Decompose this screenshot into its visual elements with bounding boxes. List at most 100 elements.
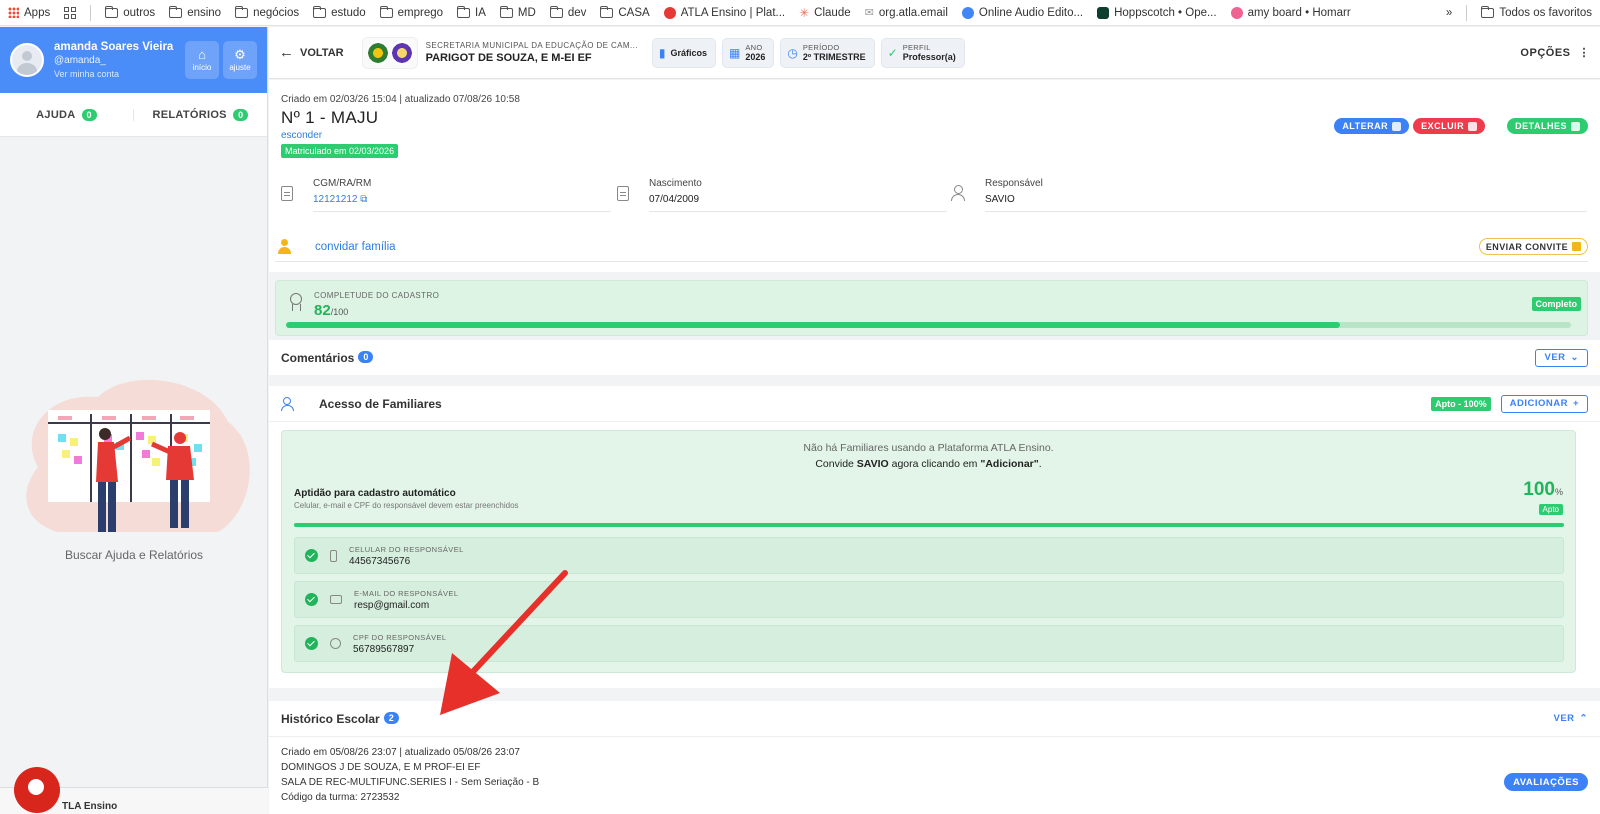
profile-name: amanda Soares Vieira: [54, 41, 174, 53]
bookmark-apps[interactable]: Apps: [8, 7, 50, 19]
bookmark-all-favorites[interactable]: Todos os favoritos: [1481, 5, 1592, 19]
copy-icon[interactable]: ⧉: [360, 194, 367, 205]
school-history-card: Histórico Escolar 2 VER ⌃ Criado em 05/08/…: [269, 701, 1600, 814]
delete-button[interactable]: EXCLUIR: [1413, 118, 1486, 134]
bookmark-folder[interactable]: CASA: [600, 5, 650, 19]
bookmark-folder[interactable]: MD: [499, 5, 536, 19]
kebab-menu-icon: ⋮: [1578, 47, 1590, 59]
edit-button[interactable]: ALTERAR: [1334, 118, 1410, 134]
footer-brand: TLA Ensino: [62, 801, 118, 812]
school-crest-icon: [390, 40, 413, 65]
chat-launcher-button[interactable]: [14, 767, 60, 813]
chevron-down-icon: ⌄: [1570, 352, 1579, 363]
family-access-title: Acesso de Familiares: [319, 396, 442, 411]
bookmark-folder[interactable]: outros: [105, 5, 155, 19]
bookmark-homarr[interactable]: amy board • Homarr: [1230, 6, 1351, 19]
bar-chart-icon: ▮: [658, 45, 666, 60]
sidebar: amanda Soares Vieira @amanda_ Ver minha …: [0, 27, 268, 814]
check-circle-icon: ✓: [887, 45, 898, 60]
settings-button[interactable]: ⚙ ajuste: [223, 41, 257, 79]
bookmark-folder[interactable]: emprego: [379, 5, 443, 19]
avatar[interactable]: [10, 43, 44, 77]
bookmark-atla[interactable]: ATLA Ensino | Plat...: [663, 6, 785, 19]
family-status-badge: Apto - 100%: [1431, 396, 1491, 411]
clock-icon: ◷: [787, 45, 798, 60]
bookmark-claude[interactable]: ✳ Claude: [799, 6, 851, 20]
bookmark-hoppscotch[interactable]: Hoppscotch • Ope...: [1097, 6, 1217, 19]
comments-view-button[interactable]: VER ⌄: [1535, 348, 1588, 367]
tab-help[interactable]: AJUDA 0: [0, 108, 133, 121]
profile-username: @amanda_: [54, 55, 106, 66]
period-chip[interactable]: ◷ PERÍODO 2º TRIMESTRE: [780, 37, 875, 68]
options-menu-button[interactable]: OPÇÕES ⋮: [1520, 46, 1590, 60]
requirement-cpf: CPF DO RESPONSÁVEL 56789567897: [294, 625, 1564, 662]
back-button[interactable]: ← VOLTAR: [279, 44, 344, 61]
guardian-value: SAVIO: [985, 194, 1015, 205]
bookmark-folder[interactable]: ensino: [169, 5, 221, 19]
history-view-button[interactable]: VER ⌃: [1553, 713, 1588, 724]
bookmark-audio-editor[interactable]: Online Audio Edito...: [961, 6, 1083, 19]
top-header: ← VOLTAR SECRETARIA MUNICIPAL DA EDUCAÇÃ…: [269, 27, 1600, 79]
phone-icon: [330, 549, 337, 562]
bookmark-folder[interactable]: negócios: [235, 5, 299, 19]
completeness-card: COMPLETUDE DO CADASTRO 82/100 Completo: [275, 280, 1588, 336]
folder-icon: [1481, 5, 1495, 18]
folder-icon: [499, 5, 513, 18]
student-panel: Criado em 02/03/26 15:04 | atualizado 07…: [269, 80, 1600, 272]
folder-icon: [313, 5, 327, 18]
context-chips: ▮ Gráficos ▦ ANO 2026 ◷ PERÍODO 2º TRIMEST…: [651, 37, 965, 68]
bookmark-folder[interactable]: dev: [549, 5, 586, 19]
folder-icon: [105, 5, 119, 18]
completeness-progress: [286, 322, 1571, 328]
student-timestamps: Criado em 02/03/26 15:04 | atualizado 07…: [281, 94, 520, 105]
add-family-button[interactable]: ADICIONAR +: [1500, 394, 1588, 413]
enrollment-badge: Matriculado em 02/03/2026: [281, 144, 399, 158]
audio-editor-favicon-icon: [961, 6, 974, 19]
bookmark-folder[interactable]: IA: [457, 5, 486, 19]
fingerprint-icon: [330, 638, 341, 649]
user-icon: [951, 185, 965, 201]
folder-icon: [600, 5, 614, 18]
family-access-card: Acesso de Familiares Apto - 100% ADICION…: [269, 386, 1600, 688]
school-name: PARIGOT DE SOUZA, E M-EI EF: [425, 52, 592, 64]
year-chip[interactable]: ▦ ANO 2026: [721, 37, 775, 68]
folder-icon: [457, 5, 471, 18]
comments-title: Comentários 0: [281, 350, 374, 365]
folder-icon: [235, 5, 249, 18]
completeness-progress-fill: [286, 322, 1340, 328]
family-info-box: Não há Familiares usando a Plataforma AT…: [281, 430, 1576, 673]
tab-reports[interactable]: RELATÓRIOS 0: [133, 108, 267, 121]
account-link[interactable]: Ver minha conta: [54, 69, 173, 79]
requirement-email: E-MAIL DO RESPONSÁVEL resp@gmail.com: [294, 581, 1564, 618]
hoppscotch-favicon-icon: [1097, 6, 1110, 19]
comments-card: Comentários 0 VER ⌄: [269, 340, 1600, 375]
add-user-icon: [277, 238, 297, 255]
field-birth: Nascimento 07/04/2009: [615, 178, 947, 218]
evaluations-button[interactable]: AVALIAÇÕES: [1504, 773, 1588, 791]
eye-off-icon: [1571, 121, 1580, 131]
bookmark-folder[interactable]: estudo: [313, 5, 366, 19]
check-icon: [305, 549, 318, 562]
student-fields: CGM/RA/RM 12121212 ⧉ Nascimento 07/04/20…: [279, 178, 1590, 218]
more-bookmarks-button[interactable]: »: [1446, 7, 1452, 19]
bookmark-email[interactable]: ✉ org.atla.email: [865, 6, 948, 20]
hide-link[interactable]: esconder: [281, 130, 322, 141]
kanban-board-illustration: [26, 379, 250, 532]
profile-chip[interactable]: ✓ PERFIL Professor(a): [880, 37, 965, 68]
mail-icon: [330, 595, 342, 604]
tab-groups-icon[interactable]: [64, 6, 77, 19]
aptitude-progress-fill: [294, 523, 1564, 527]
profile-info: amanda Soares Vieira @amanda_ Ver minha …: [54, 41, 173, 79]
check-icon: [305, 637, 318, 650]
requirement-phone: CELULAR DO RESPONSÁVEL 44567345676: [294, 537, 1564, 574]
school-selector[interactable]: SECRETARIA MUNICIPAL DA EDUCAÇÃO DE CAM.…: [361, 36, 638, 69]
cgm-value[interactable]: 12121212: [313, 194, 358, 205]
document-icon: [281, 186, 293, 201]
home-button[interactable]: ⌂ início: [185, 41, 219, 79]
invite-family-link[interactable]: convidar família: [315, 241, 396, 253]
details-button[interactable]: DETALHES: [1507, 118, 1588, 134]
atla-favicon-icon: [663, 6, 676, 19]
charts-chip[interactable]: ▮ Gráficos: [651, 37, 716, 68]
bookmarks-separator: [90, 4, 92, 21]
send-invite-button[interactable]: ENVIAR CONVITE: [1478, 238, 1588, 255]
